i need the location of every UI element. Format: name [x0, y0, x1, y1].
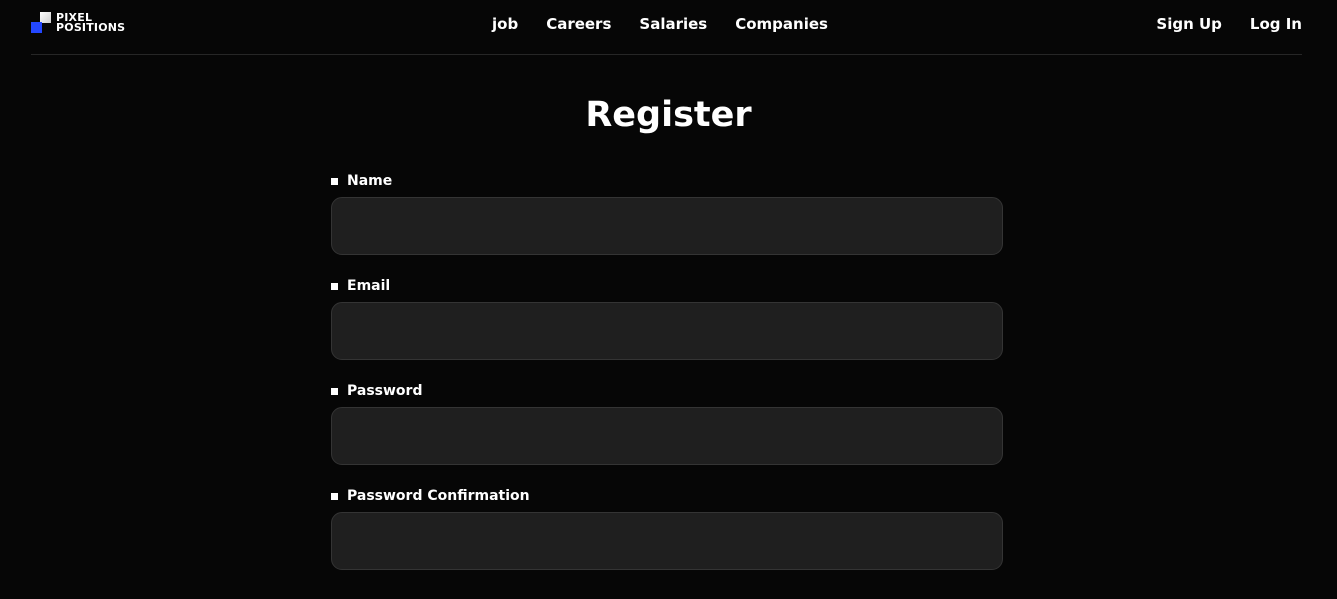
pixel-positions-logo[interactable]: PIXEL POSITIONS [31, 12, 125, 34]
password-input[interactable] [331, 407, 1003, 465]
logo-blue-square [31, 22, 42, 33]
name-field-group: Name [331, 172, 1003, 255]
name-label: Name [331, 172, 1003, 190]
logo-line-2: POSITIONS [56, 21, 126, 34]
bullet-square-icon [331, 492, 338, 500]
nav-link-job[interactable]: job [492, 15, 518, 33]
nav-link-companies[interactable]: Companies [735, 15, 828, 33]
nav-link-careers[interactable]: Careers [546, 15, 611, 33]
logo-wordmark: PIXEL POSITIONS [56, 12, 126, 34]
nav-link-salaries[interactable]: Salaries [639, 15, 707, 33]
password-confirmation-input[interactable] [331, 512, 1003, 570]
sign-up-link[interactable]: Sign Up [1156, 15, 1222, 33]
password-confirmation-field-group: Password Confirmation [331, 487, 1003, 570]
name-label-text: Name [347, 173, 393, 189]
log-in-link[interactable]: Log In [1250, 15, 1302, 33]
bullet-square-icon [331, 177, 338, 185]
name-input[interactable] [331, 197, 1003, 255]
auth-links: Sign Up Log In [1128, 15, 1302, 33]
register-page: PIXEL POSITIONS job Careers Salaries Com… [0, 0, 1337, 599]
page-title: Register [585, 95, 752, 135]
bullet-square-icon [331, 282, 338, 290]
password-confirmation-label: Password Confirmation [331, 487, 1003, 505]
main-nav: job Careers Salaries Companies [492, 15, 856, 33]
password-label: Password [331, 382, 1003, 400]
logo-mark-icon [31, 12, 53, 34]
top-navigation-bar: PIXEL POSITIONS job Careers Salaries Com… [31, 0, 1302, 55]
email-input[interactable] [331, 302, 1003, 360]
email-field-group: Email [331, 277, 1003, 360]
bullet-square-icon [331, 387, 338, 395]
password-confirmation-label-text: Password Confirmation [347, 488, 530, 504]
register-form: Name Email Password Password Confirmatio… [331, 172, 1003, 592]
email-label-text: Email [347, 278, 391, 294]
password-field-group: Password [331, 382, 1003, 465]
email-label: Email [331, 277, 1003, 295]
password-label-text: Password [347, 383, 423, 399]
